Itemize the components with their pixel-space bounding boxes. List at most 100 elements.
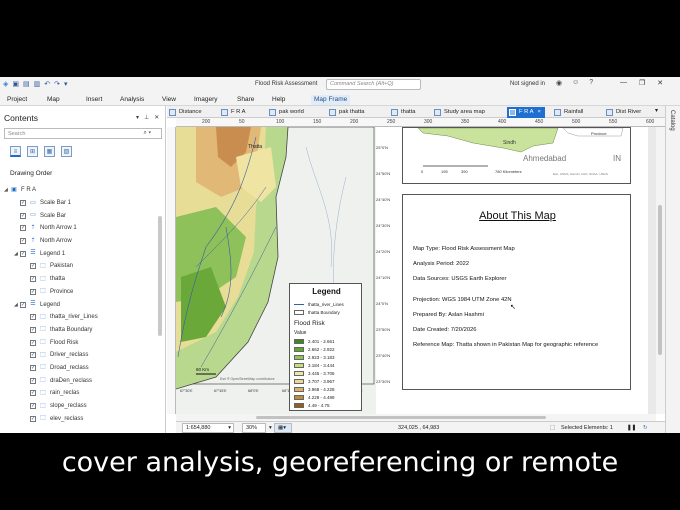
redo-icon[interactable]: ↷ bbox=[54, 80, 60, 88]
list-by-page-icon[interactable]: ▧ bbox=[61, 146, 72, 157]
layer-item[interactable]: ✓ ⬚ thatta_river_Lines bbox=[4, 311, 156, 324]
view-tab[interactable]: pak thatta bbox=[327, 107, 364, 118]
layer-visibility-checkbox[interactable]: ✓ bbox=[30, 352, 36, 359]
help-icon[interactable]: ? bbox=[589, 79, 593, 87]
tab-share[interactable]: Share bbox=[237, 96, 254, 103]
tab-map-frame[interactable]: Map Frame bbox=[311, 95, 351, 105]
layout-canvas[interactable]: Thatta 60 Km Esri ® OpenStreetMap contri… bbox=[176, 127, 656, 414]
contents-search-input[interactable]: Search ⌕ ▾ bbox=[4, 128, 162, 139]
layer-item[interactable]: ◢ ✓ ☰ Legend 1 bbox=[4, 247, 156, 260]
tab-project[interactable]: Project bbox=[7, 96, 27, 103]
catalog-side-tab[interactable]: Catalog bbox=[665, 106, 680, 433]
zoom-dropdown-icon[interactable]: ▾ bbox=[269, 425, 272, 431]
notifications-icon[interactable]: ☺ bbox=[572, 79, 579, 87]
layer-item[interactable]: ✓ ▭ Scale Bar 1 bbox=[4, 197, 156, 210]
layer-visibility-checkbox[interactable]: ✓ bbox=[30, 415, 36, 422]
tab-imagery[interactable]: Imagery bbox=[194, 96, 217, 103]
tab-help[interactable]: Help bbox=[272, 96, 285, 103]
inset-map-frame[interactable]: Sindh Ahmedabad IN Province 0 195 390 78… bbox=[402, 127, 631, 184]
search-icon[interactable]: ⌕ ▾ bbox=[143, 130, 151, 137]
layer-item[interactable]: ✓ ⬚ Droad_reclass bbox=[4, 362, 156, 375]
minimize-icon[interactable]: — bbox=[620, 79, 627, 87]
layer-visibility-checkbox[interactable]: ✓ bbox=[20, 250, 26, 257]
layer-visibility-checkbox[interactable]: ✓ bbox=[20, 200, 26, 207]
save-icon[interactable]: ▤ bbox=[23, 80, 30, 88]
layer-visibility-checkbox[interactable]: ✓ bbox=[30, 403, 36, 410]
arcgis-pro-window: ◈ ▣ ▤ ▥ ↶ ↷ ▾ Flood Risk Assessment Comm… bbox=[0, 77, 680, 433]
layer-visibility-checkbox[interactable]: ✓ bbox=[30, 364, 36, 371]
tab-overflow-icon[interactable]: ▾ bbox=[655, 108, 658, 114]
close-icon[interactable]: ✕ bbox=[657, 79, 663, 87]
layer-item[interactable]: ✓ ⬚ draDen_reclass bbox=[4, 374, 156, 387]
layer-visibility-checkbox[interactable]: ✓ bbox=[30, 326, 36, 333]
layer-visibility-checkbox[interactable]: ✓ bbox=[30, 339, 36, 346]
layer-visibility-checkbox[interactable]: ✓ bbox=[30, 276, 36, 283]
layer-item[interactable]: ✓ ⬚ Flood Risk bbox=[4, 336, 156, 349]
navigation-mode-button[interactable]: ▦▾ bbox=[274, 423, 292, 433]
tab-map[interactable]: Map bbox=[47, 96, 60, 103]
folder-icon[interactable]: ▥ bbox=[34, 80, 41, 88]
pause-icon[interactable]: ❚❚ bbox=[627, 425, 636, 431]
layer-item[interactable]: ✓ ⬚ elev_reclass bbox=[4, 412, 156, 425]
view-tab[interactable]: pak world bbox=[267, 107, 304, 118]
layer-visibility-checkbox[interactable]: ✓ bbox=[20, 212, 26, 219]
view-tab[interactable]: F R A bbox=[219, 107, 246, 118]
contents-scrollbar[interactable] bbox=[158, 216, 162, 336]
view-tab[interactable]: Distance bbox=[167, 107, 202, 118]
layer-item[interactable]: ✓ ⬚ slope_reclass bbox=[4, 400, 156, 413]
tab-analysis[interactable]: Analysis bbox=[120, 96, 144, 103]
view-tab[interactable]: F R A × bbox=[507, 107, 545, 118]
user-avatar-icon[interactable]: ◉ bbox=[556, 79, 562, 87]
legend-class: 4.229 - 4.489 bbox=[294, 395, 335, 400]
layer-item[interactable]: ✓ ⬚ rain_reclas bbox=[4, 387, 156, 400]
layer-visibility-checkbox[interactable]: ✓ bbox=[30, 314, 36, 321]
layer-item[interactable]: ✓ ⬚ Driver_reclass bbox=[4, 349, 156, 362]
layer-visibility-checkbox[interactable]: ✓ bbox=[30, 263, 36, 270]
layer-item[interactable]: ✓ ⬚ thatta Boundary bbox=[4, 324, 156, 337]
restore-icon[interactable]: ❐ bbox=[639, 79, 645, 87]
layer-item[interactable]: ✓ ⇡ North Arrow bbox=[4, 235, 156, 248]
layer-item[interactable]: ◢ ✓ ☰ Legend bbox=[4, 298, 156, 311]
open-icon[interactable]: ▣ bbox=[12, 80, 19, 88]
layer-visibility-checkbox[interactable]: ✓ bbox=[20, 301, 26, 308]
view-tab[interactable]: thatta bbox=[389, 107, 416, 118]
list-by-type-icon[interactable]: ▦ bbox=[44, 146, 55, 157]
pane-options-icon[interactable]: ▾ bbox=[136, 114, 139, 121]
legend-item-icon: ⬚ bbox=[40, 415, 46, 422]
sign-in-status[interactable]: Not signed in bbox=[510, 81, 545, 87]
layer-visibility-checkbox[interactable]: ✓ bbox=[30, 390, 36, 397]
layer-item[interactable]: ✓ ⬚ Pakistan bbox=[4, 260, 156, 273]
layer-item[interactable]: ✓ ⬚ Province bbox=[4, 286, 156, 299]
command-search-input[interactable]: Command Search (Alt+Q) bbox=[326, 79, 421, 90]
canvas-vertical-scrollbar[interactable] bbox=[656, 127, 665, 414]
drawing-order-icon[interactable]: ≡ bbox=[10, 146, 21, 157]
view-tab[interactable]: Dist River bbox=[604, 107, 641, 118]
legend-element[interactable]: Legend thatta_river_Lines thatta Boundar… bbox=[289, 283, 362, 411]
about-text-box[interactable]: About This Map Map Type: Flood Risk Asse… bbox=[402, 194, 631, 390]
tab-close-icon[interactable]: × bbox=[538, 109, 541, 115]
layer-visibility-checkbox[interactable]: ✓ bbox=[20, 225, 26, 232]
layer-visibility-checkbox[interactable]: ✓ bbox=[30, 288, 36, 295]
canvas-horizontal-scrollbar[interactable] bbox=[176, 414, 656, 421]
list-by-source-icon[interactable]: ⊞ bbox=[27, 146, 38, 157]
view-tab-label: Rainfall bbox=[564, 109, 584, 115]
layer-visibility-checkbox[interactable]: ✓ bbox=[30, 377, 36, 384]
refresh-icon[interactable]: ↻ bbox=[643, 425, 648, 431]
layer-item[interactable]: ✓ ▭ Scale Bar bbox=[4, 209, 156, 222]
view-tab[interactable]: Rainfall bbox=[552, 107, 583, 118]
scale-selector[interactable]: 1:654,880 ▾ bbox=[182, 423, 234, 433]
undo-icon[interactable]: ↶ bbox=[44, 80, 50, 88]
customize-icon[interactable]: ▾ bbox=[64, 80, 68, 88]
legend-class-swatch bbox=[294, 371, 304, 376]
tab-view[interactable]: View bbox=[162, 96, 176, 103]
layer-item[interactable]: ◢ ▣ F R A bbox=[4, 184, 156, 197]
layer-visibility-checkbox[interactable]: ✓ bbox=[20, 238, 26, 245]
layer-item[interactable]: ✓ ⇡ North Arrow 1 bbox=[4, 222, 156, 235]
view-tab[interactable]: Study area map bbox=[432, 107, 485, 118]
layer-item[interactable]: ✓ ⬚ thatta bbox=[4, 273, 156, 286]
zoom-selector[interactable]: 30% bbox=[242, 423, 266, 433]
pane-close-icon[interactable]: ✕ bbox=[154, 114, 159, 121]
pin-icon[interactable]: ⊥ bbox=[144, 114, 149, 121]
app-logo-icon[interactable]: ◈ bbox=[3, 80, 8, 88]
tab-insert[interactable]: Insert bbox=[86, 96, 102, 103]
